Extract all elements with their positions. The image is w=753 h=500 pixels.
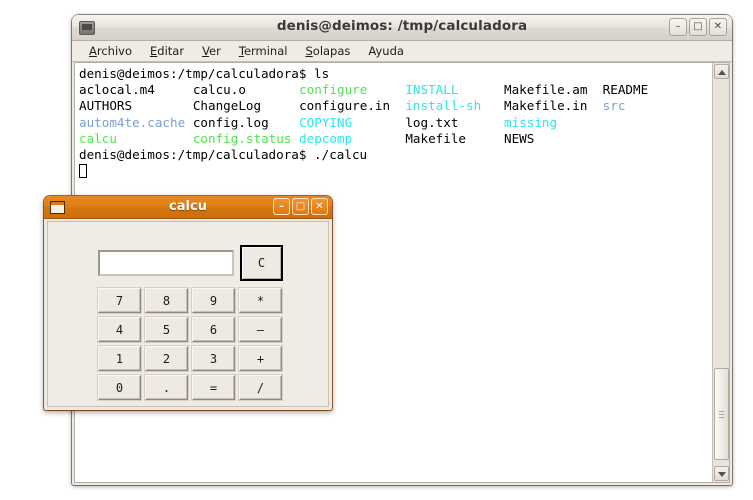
menu-ver[interactable]: Ver bbox=[193, 42, 230, 61]
terminal-file-entry: Makefile.in bbox=[504, 98, 588, 114]
calculator-key-0[interactable]: 0 bbox=[98, 375, 141, 400]
terminal-file-entry: INSTALL bbox=[405, 82, 459, 98]
calculator-key-8[interactable]: 8 bbox=[145, 288, 188, 313]
calculator-key-3[interactable]: 3 bbox=[192, 346, 235, 371]
terminal-window-controls: – □ ✕ bbox=[669, 18, 727, 36]
calculator-key-–[interactable]: – bbox=[239, 317, 282, 342]
calculator-key-.[interactable]: . bbox=[145, 375, 188, 400]
calculator-body: C 7 8 9 * 4 5 6– 1 2 3 +0. = / bbox=[47, 221, 329, 407]
terminal-file-entry: AUTHORS bbox=[79, 98, 133, 114]
minimize-glyph: – bbox=[675, 21, 681, 32]
terminal-file-entry: log.txt bbox=[405, 114, 459, 130]
menu-editar[interactable]: Editar bbox=[141, 42, 193, 61]
terminal-file-entry: calcu bbox=[79, 130, 117, 146]
calculator-titlebar[interactable]: calcu – □ ✕ bbox=[44, 196, 332, 219]
terminal-file-entry: NEWS bbox=[504, 130, 535, 146]
maximize-glyph: □ bbox=[693, 21, 703, 32]
terminal-file-entry: Makefile.am bbox=[504, 82, 588, 98]
terminal-command: ./calcu bbox=[306, 146, 368, 162]
terminal-file-entry: configure bbox=[299, 82, 368, 98]
calculator-key-7[interactable]: 7 bbox=[98, 288, 141, 313]
calculator-minimize-glyph: – bbox=[279, 200, 284, 212]
calculator-window-controls: – □ ✕ bbox=[273, 198, 328, 215]
calculator-maximize-icon[interactable]: □ bbox=[292, 198, 309, 215]
terminal-file-entry: depcomp bbox=[299, 130, 353, 146]
calculator-close-glyph: ✕ bbox=[315, 200, 324, 212]
menu-archivo[interactable]: Archivo bbox=[80, 42, 141, 61]
window-icon bbox=[50, 200, 65, 214]
terminal-line: autom4te.cache config.log COPYING log.txt mi… bbox=[79, 115, 712, 131]
terminal-line: denis@deimos:/tmp/calculadora$ ls bbox=[79, 66, 712, 82]
terminal-file-entry: aclocal.m4 bbox=[79, 82, 155, 98]
terminal-cursor bbox=[79, 164, 87, 179]
terminal-file-entry: config.log bbox=[192, 114, 269, 130]
calculator-clear-button[interactable]: C bbox=[240, 245, 283, 281]
close-glyph: ✕ bbox=[713, 21, 723, 32]
terminal-file-entry: COPYING bbox=[299, 114, 353, 130]
calculator-close-icon[interactable]: ✕ bbox=[311, 198, 328, 215]
menu-solapas[interactable]: Solapas bbox=[296, 42, 359, 61]
calculator-key-grid: 7 8 9 * 4 5 6– 1 2 3 +0. = / bbox=[98, 288, 283, 400]
terminal-line: calcu config.status depcomp Makefile NEWS bbox=[79, 131, 712, 147]
terminal-file-entry: config.status bbox=[192, 130, 292, 146]
calculator-key-*[interactable]: * bbox=[239, 288, 282, 313]
terminal-prompt: denis@deimos:/tmp/calculadora$ bbox=[79, 146, 307, 162]
calculator-key-2[interactable]: 2 bbox=[145, 346, 188, 371]
terminal-file-entry: ChangeLog bbox=[192, 98, 262, 114]
terminal-file-entry: install-sh bbox=[405, 98, 482, 114]
screen: denis@deimos: /tmp/calculadora – □ ✕ Arc… bbox=[0, 0, 753, 500]
terminal-file-entry: src bbox=[602, 98, 626, 114]
calculator-key-=[interactable]: = bbox=[192, 375, 235, 400]
calculator-maximize-glyph: □ bbox=[295, 200, 306, 212]
terminal-file-entry: README bbox=[602, 82, 649, 98]
menu-ayuda[interactable]: Ayuda bbox=[359, 42, 413, 61]
menu-terminal[interactable]: Terminal bbox=[230, 42, 297, 61]
terminal-file-entry: missing bbox=[504, 114, 558, 130]
calculator-key-6[interactable]: 6 bbox=[192, 317, 235, 342]
terminal-file-entry: configure.in bbox=[299, 98, 391, 114]
maximize-icon[interactable]: □ bbox=[689, 18, 707, 36]
calculator-key-5[interactable]: 5 bbox=[145, 317, 188, 342]
terminal-line bbox=[79, 163, 712, 179]
terminal-prompt: denis@deimos:/tmp/calculadora$ bbox=[79, 66, 307, 81]
calculator-key-4[interactable]: 4 bbox=[98, 317, 141, 342]
calculator-key-9[interactable]: 9 bbox=[192, 288, 235, 313]
terminal-file-entry: calcu.o bbox=[192, 82, 246, 98]
terminal-menubar: Archivo Editar Ver Terminal Solapas Ayud… bbox=[72, 41, 732, 62]
terminal-titlebar[interactable]: denis@deimos: /tmp/calculadora – □ ✕ bbox=[72, 15, 732, 41]
close-icon[interactable]: ✕ bbox=[709, 18, 727, 36]
calculator-keypad-area: C 7 8 9 * 4 5 6– 1 2 3 +0. = / bbox=[98, 245, 283, 400]
calculator-window: calcu – □ ✕ C 7 8 9 * 4 5 6–1 2 3 +0. = / bbox=[44, 196, 332, 410]
terminal-title: denis@deimos: /tmp/calculadora bbox=[276, 18, 528, 34]
calculator-key-1[interactable]: 1 bbox=[98, 346, 141, 371]
scroll-thumb[interactable] bbox=[714, 368, 729, 460]
terminal-command: ls bbox=[306, 66, 330, 81]
scroll-grip-icon bbox=[719, 411, 724, 420]
calculator-top-row: C bbox=[98, 245, 283, 281]
terminal-line: AUTHORS ChangeLog configure.in install-sh Ma… bbox=[79, 98, 712, 114]
calculator-minimize-icon[interactable]: – bbox=[273, 198, 290, 215]
terminal-scrollbar[interactable] bbox=[712, 63, 729, 482]
terminal-file-entry: autom4te.cache bbox=[79, 114, 186, 130]
terminal-line: denis@deimos:/tmp/calculadora$ ./calcu bbox=[79, 147, 712, 163]
scroll-up-arrow-icon[interactable] bbox=[714, 64, 729, 79]
calculator-key-+[interactable]: + bbox=[239, 346, 282, 371]
calculator-key-/[interactable]: / bbox=[239, 375, 282, 400]
terminal-icon bbox=[79, 20, 95, 35]
minimize-icon[interactable]: – bbox=[669, 18, 687, 36]
scroll-down-arrow-icon[interactable] bbox=[714, 466, 729, 481]
terminal-line: aclocal.m4 calcu.o configure INSTALL Makefil… bbox=[79, 82, 712, 98]
calculator-display[interactable] bbox=[98, 250, 234, 276]
terminal-file-entry: Makefile bbox=[405, 130, 467, 146]
